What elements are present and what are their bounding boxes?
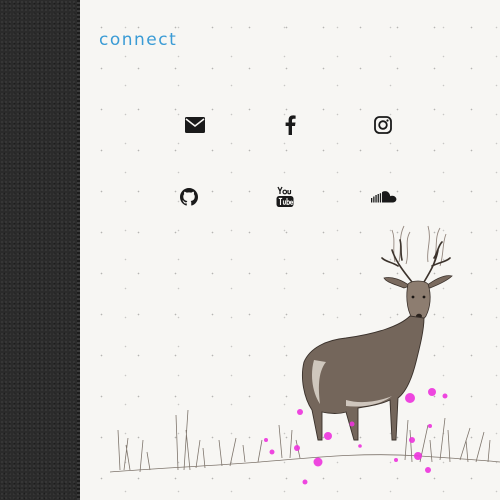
soundcloud-icon bbox=[371, 191, 397, 203]
instagram-icon bbox=[374, 116, 392, 134]
sidebar-edge bbox=[77, 0, 80, 500]
youtube-icon bbox=[276, 186, 294, 207]
instagram-link[interactable] bbox=[369, 111, 397, 139]
youtube-link[interactable] bbox=[271, 183, 299, 211]
facebook-link[interactable] bbox=[276, 111, 304, 139]
envelope-icon bbox=[185, 117, 205, 133]
connect-page: connect bbox=[0, 0, 500, 500]
soundcloud-link[interactable] bbox=[370, 183, 398, 211]
facebook-icon bbox=[285, 115, 296, 135]
page-title: connect bbox=[99, 30, 178, 50]
github-link[interactable] bbox=[175, 183, 203, 211]
sidebar bbox=[0, 0, 80, 500]
email-link[interactable] bbox=[181, 111, 209, 139]
github-icon bbox=[180, 188, 198, 206]
deer-illustration bbox=[109, 225, 500, 485]
